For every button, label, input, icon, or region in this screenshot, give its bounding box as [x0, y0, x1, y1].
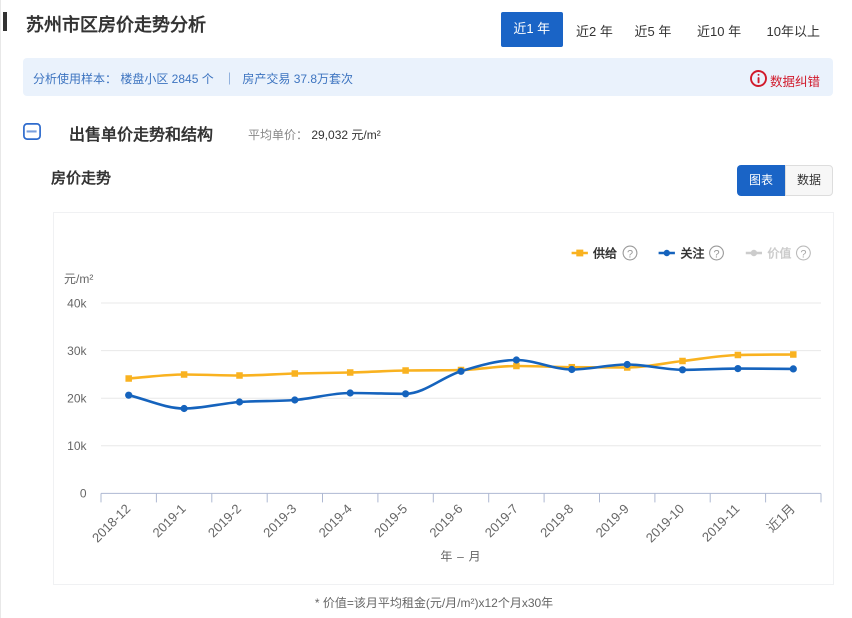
svg-text:2019-7: 2019-7	[482, 501, 521, 540]
svg-text:2019-8: 2019-8	[537, 501, 576, 540]
svg-text:20k: 20k	[67, 392, 87, 406]
svg-text:2019-4: 2019-4	[316, 501, 355, 540]
svg-text:年 – 月: 年 – 月	[440, 550, 480, 564]
svg-text:2019-10: 2019-10	[643, 501, 687, 545]
svg-text:价值: 价值	[767, 245, 791, 260]
svg-text:供给: 供给	[592, 245, 617, 260]
svg-text:2019-9: 2019-9	[593, 501, 632, 540]
svg-text:2019-2: 2019-2	[205, 501, 244, 540]
svg-text:?: ?	[627, 248, 633, 260]
svg-text:?: ?	[800, 248, 806, 260]
svg-text:2019-11: 2019-11	[699, 501, 743, 545]
svg-text:?: ?	[713, 248, 719, 260]
svg-text:40k: 40k	[67, 297, 87, 311]
svg-text:10k: 10k	[67, 439, 87, 453]
svg-text:30k: 30k	[67, 344, 87, 358]
svg-text:0: 0	[80, 487, 87, 501]
svg-text:2019-5: 2019-5	[371, 501, 410, 540]
svg-text:2019-1: 2019-1	[149, 501, 188, 540]
svg-text:元/m²: 元/m²	[64, 272, 93, 286]
svg-text:近1月: 近1月	[764, 501, 798, 535]
svg-text:2019-6: 2019-6	[426, 501, 465, 540]
svg-text:2019-3: 2019-3	[260, 501, 299, 540]
svg-text:2018-12: 2018-12	[89, 501, 133, 545]
svg-text:关注: 关注	[681, 245, 705, 260]
